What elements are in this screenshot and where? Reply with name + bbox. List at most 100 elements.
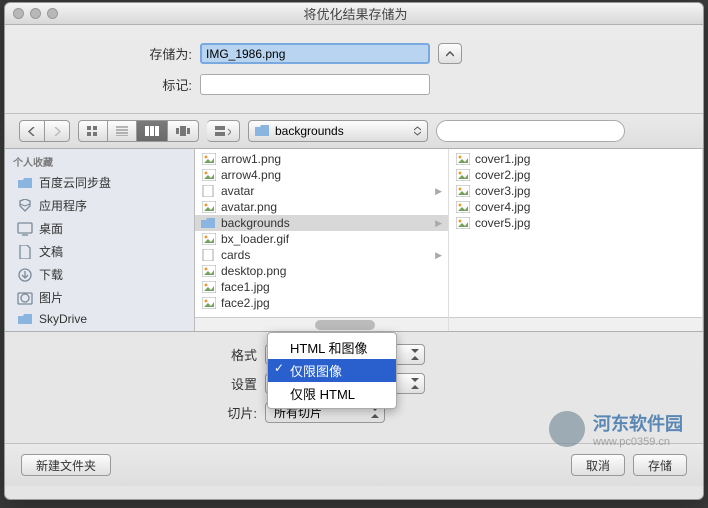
file-name: face2.jpg (221, 296, 270, 310)
file-name: backgrounds (221, 216, 290, 230)
img-icon (455, 153, 470, 166)
back-button[interactable] (19, 120, 45, 142)
nav-group (19, 120, 70, 142)
sidebar-item[interactable]: 百度云同步盘 (5, 171, 194, 194)
arrange-button[interactable] (207, 120, 240, 142)
sidebar-item-label: 下载 (39, 266, 63, 283)
minimize-window-button[interactable] (30, 8, 41, 19)
folder-icon (255, 125, 270, 137)
file-item[interactable]: avatar▶ (195, 183, 448, 199)
file-item[interactable]: cards▶ (195, 247, 448, 263)
sidebar-item-label: SkyDrive (39, 312, 87, 326)
sidebar-item-label: 百度云同步盘 (39, 174, 111, 191)
cancel-button[interactable]: 取消 (571, 454, 625, 476)
scrollbar[interactable] (195, 317, 448, 331)
file-item[interactable]: avatar.png (195, 199, 448, 215)
img-icon (455, 169, 470, 182)
file-item[interactable]: bx_loader.gif (195, 231, 448, 247)
sidebar-item-label: 桌面 (39, 220, 63, 237)
downloads-icon (17, 268, 33, 282)
file-item[interactable]: face2.jpg (195, 295, 448, 311)
desktop-icon (17, 222, 33, 236)
menu-item[interactable]: 仅限 HTML (268, 382, 396, 405)
icon-view-button[interactable] (78, 120, 108, 142)
sidebar-item-label: 应用程序 (39, 197, 87, 214)
dialog-title: 将优化结果存储为 (58, 4, 703, 23)
sidebar-item[interactable]: 图片 (5, 286, 194, 309)
file-name: avatar.png (221, 200, 277, 214)
img-icon (201, 233, 216, 246)
img-icon (201, 281, 216, 294)
file-name: arrow1.png (221, 152, 281, 166)
sidebar-item-label: 图片 (39, 289, 63, 306)
img-icon (201, 153, 216, 166)
file-name: bx_loader.gif (221, 232, 289, 246)
file-name: cover2.jpg (475, 168, 530, 182)
sidebar: 个人收藏 百度云同步盘应用程序桌面文稿下载图片 SkyDrive (5, 149, 195, 331)
sidebar-item[interactable]: 文稿 (5, 240, 194, 263)
path-label: backgrounds (275, 124, 344, 138)
app-icon (17, 199, 33, 213)
column-2: cover1.jpg cover2.jpgcover3.jpgcover4.jpg… (449, 149, 703, 331)
file-item[interactable]: cover5.jpg (449, 215, 702, 231)
file-item[interactable]: desktop.png (195, 263, 448, 279)
file-item[interactable]: cover4.jpg (449, 199, 702, 215)
close-window-button[interactable] (13, 8, 24, 19)
updown-icon (414, 126, 421, 136)
menu-item[interactable]: HTML 和图像 (268, 336, 396, 359)
sidebar-item[interactable]: 桌面 (5, 217, 194, 240)
collapse-button[interactable] (438, 43, 462, 64)
save-as-label: 存储为: (35, 44, 200, 63)
scrollbar[interactable] (449, 317, 702, 331)
slices-label: 切片: (35, 403, 265, 422)
file-item[interactable]: arrow4.png (195, 167, 448, 183)
coverflow-view-button[interactable] (168, 120, 199, 142)
forward-button[interactable] (45, 120, 70, 142)
file-item[interactable]: cover2.jpg (449, 167, 702, 183)
format-label: 格式 (35, 345, 265, 364)
menu-item[interactable]: ✓仅限图像 (268, 359, 396, 382)
file-name: cover1.jpg (475, 152, 530, 166)
browser-toolbar: backgrounds (5, 113, 703, 149)
path-selector[interactable]: backgrounds (248, 120, 428, 142)
file-item[interactable]: face1.jpg (195, 279, 448, 295)
settings-label: 设置 (35, 374, 265, 393)
new-folder-button[interactable]: 新建文件夹 (21, 454, 111, 476)
save-as-input[interactable] (200, 43, 430, 64)
chevron-right-icon: ▶ (435, 218, 442, 229)
save-form: 存储为: 标记: (5, 25, 703, 113)
file-icon (201, 185, 216, 198)
list-view-button[interactable] (108, 120, 137, 142)
folder-icon (201, 217, 216, 230)
pictures-icon (17, 291, 33, 305)
chevron-up-icon (446, 51, 454, 57)
dialog-footer: 新建文件夹 取消 存储 (5, 443, 703, 486)
file-browser: 个人收藏 百度云同步盘应用程序桌面文稿下载图片 SkyDrive arrow1.p… (5, 149, 703, 332)
column-view-button[interactable] (137, 120, 168, 142)
sidebar-item-label: 文稿 (39, 243, 63, 260)
columns-icon (145, 126, 159, 136)
search-wrap (436, 120, 689, 142)
folder-icon (17, 176, 33, 190)
forward-icon (53, 127, 61, 136)
sidebar-header: 个人收藏 (5, 152, 194, 171)
save-button[interactable]: 存储 (633, 454, 687, 476)
coverflow-icon (176, 126, 190, 136)
column-1: arrow1.pngarrow4.pngavatar▶avatar.pngbac… (195, 149, 449, 331)
file-item[interactable]: cover1.jpg (449, 151, 702, 167)
options-panel: 格式 设置 切片: 所有切片 HTML 和图像✓仅限图像仅限 HTML (5, 332, 703, 443)
column-view: arrow1.pngarrow4.pngavatar▶avatar.pngbac… (195, 149, 703, 331)
img-icon (201, 265, 216, 278)
file-name: face1.jpg (221, 280, 270, 294)
file-item[interactable]: backgrounds ▶ (195, 215, 448, 231)
folder-icon (17, 312, 33, 326)
tags-input[interactable] (200, 74, 430, 95)
file-item[interactable]: arrow1.png (195, 151, 448, 167)
zoom-window-button[interactable] (47, 8, 58, 19)
sidebar-item[interactable]: SkyDrive (5, 309, 194, 329)
file-item[interactable]: cover3.jpg (449, 183, 702, 199)
list-icon (116, 126, 128, 136)
search-input[interactable] (436, 120, 625, 142)
sidebar-item[interactable]: 应用程序 (5, 194, 194, 217)
sidebar-item[interactable]: 下载 (5, 263, 194, 286)
